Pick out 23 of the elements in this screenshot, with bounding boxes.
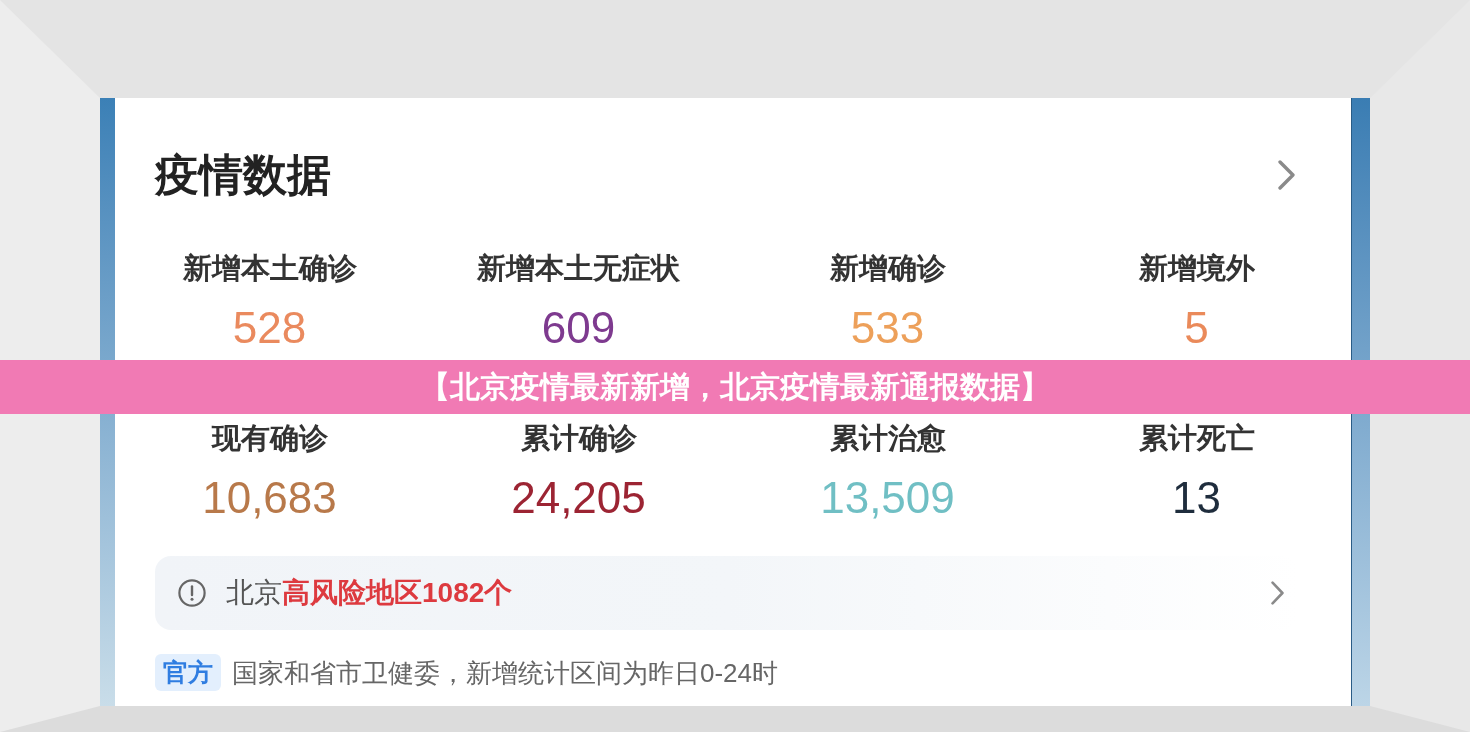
stat-label: 新增本土确诊 — [182, 253, 357, 283]
stat-value: 13 — [1172, 476, 1221, 520]
stat-value: 24,205 — [511, 476, 646, 520]
stat-value: 528 — [232, 306, 307, 350]
stat-value: 609 — [541, 306, 616, 350]
source-note: 国家和省市卫健委，新增统计区间为昨日0-24时 — [232, 659, 779, 686]
stat-label: 现有确诊 — [211, 423, 328, 453]
stat-label: 新增本土无症状 — [477, 253, 680, 283]
source-badge: 官方 — [155, 654, 221, 691]
stat-label: 累计确诊 — [520, 423, 637, 453]
stat-value: 13,509 — [820, 476, 955, 520]
card-title: 疫情数据 — [155, 153, 331, 197]
chevron-right-icon[interactable] — [1278, 160, 1295, 190]
stat-label: 累计死亡 — [1138, 423, 1255, 453]
stat-label: 新增确诊 — [829, 253, 946, 283]
stat-value: 5 — [1184, 306, 1209, 350]
stat-value: 10,683 — [202, 476, 337, 520]
title-banner: 【北京疫情最新新增，北京疫情最新通报数据】 — [0, 360, 1470, 414]
stat-label: 累计治愈 — [829, 423, 946, 453]
stat-value: 533 — [850, 306, 925, 350]
exclamation-circle-icon — [178, 579, 206, 607]
chevron-right-icon[interactable] — [1271, 581, 1284, 605]
stat-label: 新增境外 — [1138, 253, 1255, 283]
